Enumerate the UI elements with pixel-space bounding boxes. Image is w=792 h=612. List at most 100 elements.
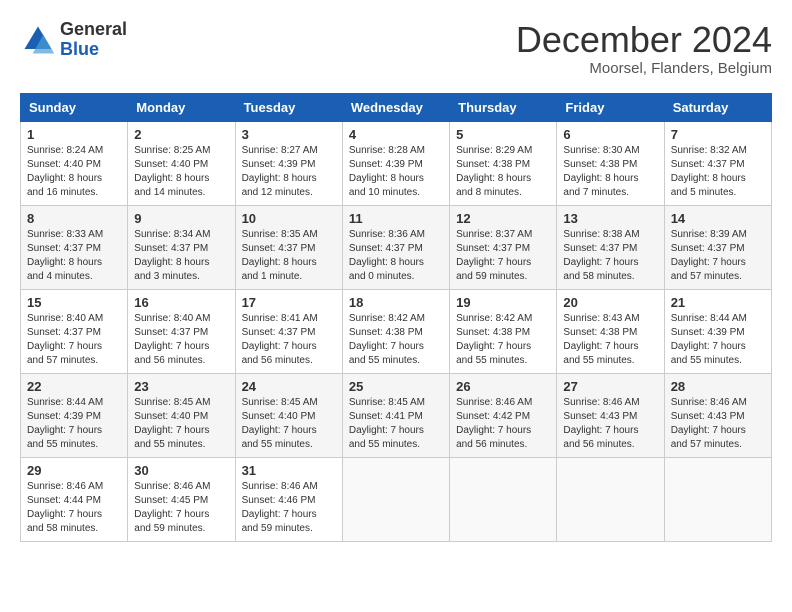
day-number: 25 bbox=[349, 379, 443, 394]
day-number: 10 bbox=[242, 211, 336, 226]
calendar-table: SundayMondayTuesdayWednesdayThursdayFrid… bbox=[20, 93, 772, 542]
day-number: 24 bbox=[242, 379, 336, 394]
weekday-header-saturday: Saturday bbox=[664, 93, 771, 121]
calendar-cell: 8 Sunrise: 8:33 AMSunset: 4:37 PMDaylight… bbox=[21, 205, 128, 289]
day-info: Sunrise: 8:46 AMSunset: 4:43 PMDaylight:… bbox=[671, 396, 765, 452]
calendar-cell: 9 Sunrise: 8:34 AMSunset: 4:37 PMDaylight… bbox=[128, 205, 235, 289]
calendar-cell: 12 Sunrise: 8:37 AMSunset: 4:37 PMDayligh… bbox=[450, 205, 557, 289]
day-info: Sunrise: 8:46 AMSunset: 4:42 PMDaylight:… bbox=[456, 396, 550, 452]
calendar-cell: 21 Sunrise: 8:44 AMSunset: 4:39 PMDayligh… bbox=[664, 289, 771, 373]
calendar-cell: 29 Sunrise: 8:46 AMSunset: 4:44 PMDayligh… bbox=[21, 457, 128, 541]
weekday-header-sunday: Sunday bbox=[21, 93, 128, 121]
day-info: Sunrise: 8:27 AMSunset: 4:39 PMDaylight:… bbox=[242, 144, 336, 200]
day-number: 2 bbox=[134, 127, 228, 142]
calendar-cell: 17Sunrise: 8:41 AMSunset: 4:37 PMDayligh… bbox=[235, 289, 342, 373]
day-number: 29 bbox=[27, 463, 121, 478]
day-number: 9 bbox=[134, 211, 228, 226]
day-info: Sunrise: 8:35 AMSunset: 4:37 PMDaylight:… bbox=[242, 228, 336, 284]
day-info: Sunrise: 8:46 AMSunset: 4:44 PMDaylight:… bbox=[27, 480, 121, 536]
calendar-cell bbox=[450, 457, 557, 541]
day-info: Sunrise: 8:45 AMSunset: 4:40 PMDaylight:… bbox=[134, 396, 228, 452]
calendar-cell: 27 Sunrise: 8:46 AMSunset: 4:43 PMDayligh… bbox=[557, 373, 664, 457]
day-info: Sunrise: 8:46 AMSunset: 4:45 PMDaylight:… bbox=[134, 480, 228, 536]
day-info: Sunrise: 8:42 AMSunset: 4:38 PMDaylight:… bbox=[349, 312, 443, 368]
calendar-cell: 30 Sunrise: 8:46 AMSunset: 4:45 PMDayligh… bbox=[128, 457, 235, 541]
day-info: Sunrise: 8:34 AMSunset: 4:37 PMDaylight:… bbox=[134, 228, 228, 284]
day-number: 27 bbox=[563, 379, 657, 394]
calendar-week-row: 15 Sunrise: 8:40 AMSunset: 4:37 PMDayligh… bbox=[21, 289, 772, 373]
calendar-cell: 16Sunrise: 8:40 AMSunset: 4:37 PMDayligh… bbox=[128, 289, 235, 373]
day-info: Sunrise: 8:25 AMSunset: 4:40 PMDaylight:… bbox=[134, 144, 228, 200]
day-info: Sunrise: 8:29 AMSunset: 4:38 PMDaylight:… bbox=[456, 144, 550, 200]
day-number: 19 bbox=[456, 295, 550, 310]
day-number: 1 bbox=[27, 127, 121, 142]
day-info: Sunrise: 8:44 AMSunset: 4:39 PMDaylight:… bbox=[27, 396, 121, 452]
day-info: Sunrise: 8:44 AMSunset: 4:39 PMDaylight:… bbox=[671, 312, 765, 368]
day-info: Sunrise: 8:36 AMSunset: 4:37 PMDaylight:… bbox=[349, 228, 443, 284]
day-info: Sunrise: 8:45 AMSunset: 4:41 PMDaylight:… bbox=[349, 396, 443, 452]
day-info: Sunrise: 8:40 AMSunset: 4:37 PMDaylight:… bbox=[27, 312, 121, 368]
day-number: 14 bbox=[671, 211, 765, 226]
day-number: 15 bbox=[27, 295, 121, 310]
logo-text: General Blue bbox=[60, 20, 127, 60]
day-number: 13 bbox=[563, 211, 657, 226]
weekday-header-tuesday: Tuesday bbox=[235, 93, 342, 121]
weekday-header-monday: Monday bbox=[128, 93, 235, 121]
day-number: 30 bbox=[134, 463, 228, 478]
day-number: 21 bbox=[671, 295, 765, 310]
day-number: 4 bbox=[349, 127, 443, 142]
calendar-week-row: 8 Sunrise: 8:33 AMSunset: 4:37 PMDaylight… bbox=[21, 205, 772, 289]
calendar-week-row: 29 Sunrise: 8:46 AMSunset: 4:44 PMDayligh… bbox=[21, 457, 772, 541]
weekday-header-wednesday: Wednesday bbox=[342, 93, 449, 121]
calendar-cell: 18 Sunrise: 8:42 AMSunset: 4:38 PMDayligh… bbox=[342, 289, 449, 373]
day-number: 18 bbox=[349, 295, 443, 310]
day-info: Sunrise: 8:37 AMSunset: 4:37 PMDaylight:… bbox=[456, 228, 550, 284]
day-info: Sunrise: 8:45 AMSunset: 4:40 PMDaylight:… bbox=[242, 396, 336, 452]
calendar-cell: 28 Sunrise: 8:46 AMSunset: 4:43 PMDayligh… bbox=[664, 373, 771, 457]
day-number: 31 bbox=[242, 463, 336, 478]
calendar-cell: 13Sunrise: 8:38 AMSunset: 4:37 PMDayligh… bbox=[557, 205, 664, 289]
calendar-cell: 20 Sunrise: 8:43 AMSunset: 4:38 PMDayligh… bbox=[557, 289, 664, 373]
calendar-cell: 3 Sunrise: 8:27 AMSunset: 4:39 PMDaylight… bbox=[235, 121, 342, 205]
calendar-cell: 1Sunrise: 8:24 AMSunset: 4:40 PMDaylight… bbox=[21, 121, 128, 205]
calendar-cell: 26Sunrise: 8:46 AMSunset: 4:42 PMDayligh… bbox=[450, 373, 557, 457]
day-number: 8 bbox=[27, 211, 121, 226]
calendar-cell: 23Sunrise: 8:45 AMSunset: 4:40 PMDayligh… bbox=[128, 373, 235, 457]
calendar-cell: 24 Sunrise: 8:45 AMSunset: 4:40 PMDayligh… bbox=[235, 373, 342, 457]
calendar-cell: 25 Sunrise: 8:45 AMSunset: 4:41 PMDayligh… bbox=[342, 373, 449, 457]
logo: General Blue bbox=[20, 20, 127, 60]
calendar-cell: 11Sunrise: 8:36 AMSunset: 4:37 PMDayligh… bbox=[342, 205, 449, 289]
calendar-cell bbox=[342, 457, 449, 541]
day-info: Sunrise: 8:33 AMSunset: 4:37 PMDaylight:… bbox=[27, 228, 121, 284]
day-number: 28 bbox=[671, 379, 765, 394]
month-title: December 2024 bbox=[516, 20, 772, 60]
calendar-cell bbox=[557, 457, 664, 541]
day-number: 7 bbox=[671, 127, 765, 142]
day-number: 6 bbox=[563, 127, 657, 142]
title-area: December 2024 Moorsel, Flanders, Belgium bbox=[516, 20, 772, 77]
calendar-week-row: 1Sunrise: 8:24 AMSunset: 4:40 PMDaylight… bbox=[21, 121, 772, 205]
calendar-cell: 10 Sunrise: 8:35 AMSunset: 4:37 PMDayligh… bbox=[235, 205, 342, 289]
day-number: 12 bbox=[456, 211, 550, 226]
location-subtitle: Moorsel, Flanders, Belgium bbox=[516, 60, 772, 77]
day-number: 22 bbox=[27, 379, 121, 394]
day-info: Sunrise: 8:28 AMSunset: 4:39 PMDaylight:… bbox=[349, 144, 443, 200]
day-number: 20 bbox=[563, 295, 657, 310]
day-info: Sunrise: 8:46 AMSunset: 4:43 PMDaylight:… bbox=[563, 396, 657, 452]
weekday-header-row: SundayMondayTuesdayWednesdayThursdayFrid… bbox=[21, 93, 772, 121]
weekday-header-thursday: Thursday bbox=[450, 93, 557, 121]
day-number: 3 bbox=[242, 127, 336, 142]
calendar-cell: 15 Sunrise: 8:40 AMSunset: 4:37 PMDayligh… bbox=[21, 289, 128, 373]
calendar-cell: 6 Sunrise: 8:30 AMSunset: 4:38 PMDaylight… bbox=[557, 121, 664, 205]
logo-icon bbox=[20, 22, 56, 58]
calendar-cell: 22 Sunrise: 8:44 AMSunset: 4:39 PMDayligh… bbox=[21, 373, 128, 457]
calendar-cell: 5Sunrise: 8:29 AMSunset: 4:38 PMDaylight… bbox=[450, 121, 557, 205]
day-info: Sunrise: 8:39 AMSunset: 4:37 PMDaylight:… bbox=[671, 228, 765, 284]
day-info: Sunrise: 8:30 AMSunset: 4:38 PMDaylight:… bbox=[563, 144, 657, 200]
calendar-cell: 14 Sunrise: 8:39 AMSunset: 4:37 PMDayligh… bbox=[664, 205, 771, 289]
day-info: Sunrise: 8:41 AMSunset: 4:37 PMDaylight:… bbox=[242, 312, 336, 368]
day-number: 16 bbox=[134, 295, 228, 310]
calendar-week-row: 22 Sunrise: 8:44 AMSunset: 4:39 PMDayligh… bbox=[21, 373, 772, 457]
day-info: Sunrise: 8:43 AMSunset: 4:38 PMDaylight:… bbox=[563, 312, 657, 368]
calendar-cell: 7Sunrise: 8:32 AMSunset: 4:37 PMDaylight… bbox=[664, 121, 771, 205]
